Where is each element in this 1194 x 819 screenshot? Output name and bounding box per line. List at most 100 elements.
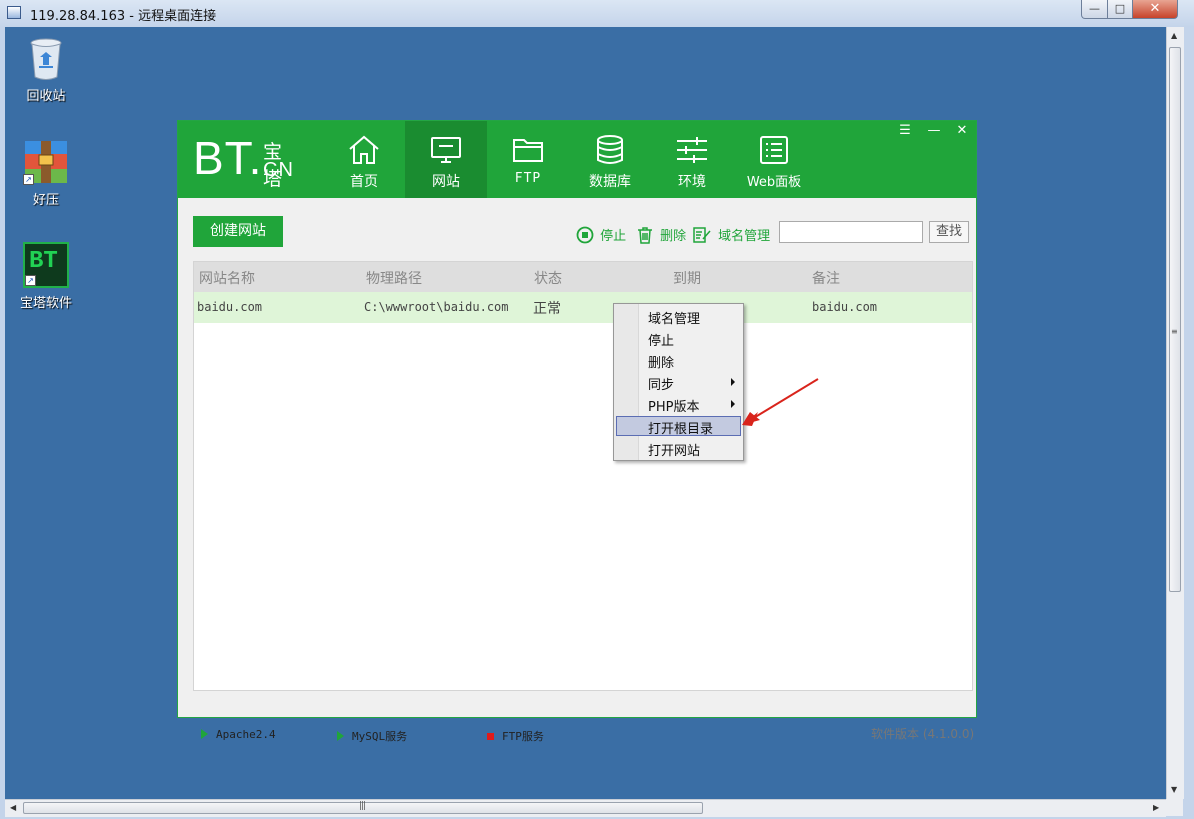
vertical-scroll-thumb[interactable] xyxy=(1169,47,1181,592)
database-icon xyxy=(597,135,623,164)
bt-panel-window: BT. 宝塔 CN 首页 网站 FTP 数据库 环境 Web面板 ☰ — ✕ 创… xyxy=(177,120,977,743)
running-indicator-icon xyxy=(201,729,208,739)
col-note[interactable]: 备注 xyxy=(812,268,840,288)
software-version: 软件版本 (4.1.0.0) xyxy=(871,727,975,741)
service-label: MySQL服务 xyxy=(352,730,408,743)
nav-label: 首页 xyxy=(350,174,378,190)
logo-cn-text: CN xyxy=(263,159,294,181)
bt-minimize-button[interactable]: — xyxy=(920,121,948,141)
menu-item-open-root-dir[interactable]: 打开根目录 xyxy=(616,416,741,437)
table-row[interactable]: baidu.com C:\wwwroot\baidu.com 正常 baidu.… xyxy=(194,292,972,323)
col-status[interactable]: 状态 xyxy=(534,268,562,288)
submenu-arrow-icon xyxy=(731,400,735,408)
shortcut-arrow-icon: ↗ xyxy=(25,275,36,286)
logo-bt-text: BT. xyxy=(193,132,263,184)
remote-desktop: 回收站 ↗ 好压 BT ↗ 宝塔软件 BT. 宝塔 CN 首页 网站 FTP 数… xyxy=(5,27,1166,799)
edit-document-icon xyxy=(693,227,711,243)
menu-item-stop[interactable]: 停止 xyxy=(616,328,741,349)
service-apache[interactable]: Apache2.4 xyxy=(201,728,276,741)
menu-item-delete[interactable]: 删除 xyxy=(616,350,741,371)
search-button[interactable]: 查找 xyxy=(929,221,969,243)
window-title: 119.28.84.163 - 远程桌面连接 xyxy=(30,9,217,24)
list-panel-icon xyxy=(760,136,788,164)
delete-button[interactable]: 删除 xyxy=(636,225,686,244)
stop-circle-icon xyxy=(576,226,594,244)
delete-label: 删除 xyxy=(660,229,687,244)
nav-home[interactable]: 首页 xyxy=(323,121,405,198)
service-label: FTP服务 xyxy=(502,730,544,743)
scroll-right-icon[interactable]: ▶ xyxy=(1153,803,1159,812)
nav-label: 网站 xyxy=(432,174,460,190)
scrollbar-corner xyxy=(1166,799,1183,816)
close-button[interactable]: ✕ xyxy=(1132,0,1178,19)
nav-ftp[interactable]: FTP xyxy=(487,121,569,198)
scroll-left-icon[interactable]: ◀ xyxy=(10,803,16,812)
cell-site-name: baidu.com xyxy=(197,300,263,314)
menu-item-open-site[interactable]: 打开网站 xyxy=(616,438,741,459)
bt-close-button[interactable]: ✕ xyxy=(948,121,976,141)
stop-button[interactable]: 停止 xyxy=(576,225,626,244)
nav-web-panel[interactable]: Web面板 xyxy=(733,121,815,198)
nav-website[interactable]: 网站 xyxy=(405,121,487,198)
desktop-icon-label: 好压 xyxy=(32,193,59,208)
col-expire[interactable]: 到期 xyxy=(673,268,701,288)
submenu-arrow-icon xyxy=(731,378,735,386)
desktop-icon-recycle-bin[interactable]: 回收站 xyxy=(5,37,88,104)
scroll-down-icon[interactable]: ▼ xyxy=(1171,785,1177,794)
maximize-button[interactable]: □ xyxy=(1107,0,1133,19)
red-arrow-icon xyxy=(742,378,819,426)
bt-logo: BT. 宝塔 CN xyxy=(193,132,293,190)
nav-database[interactable]: 数据库 xyxy=(569,121,651,198)
shortcut-arrow-icon: ↗ xyxy=(23,174,34,185)
col-site-name[interactable]: 网站名称 xyxy=(199,268,255,288)
domain-manage-button[interactable]: 域名管理 xyxy=(692,225,770,244)
desktop-icon-label: 回收站 xyxy=(26,89,66,104)
scroll-up-icon[interactable]: ▲ xyxy=(1171,31,1177,40)
nav-label: 环境 xyxy=(678,174,706,190)
site-table: 网站名称 物理路径 状态 到期 备注 baidu.com C:\wwwroot\… xyxy=(193,261,973,691)
menu-item-php-version[interactable]: PHP版本 xyxy=(616,394,741,415)
horizontal-scrollbar[interactable]: ◀ ||| ▶ xyxy=(5,799,1166,817)
monitor-icon xyxy=(431,137,461,163)
service-ftp[interactable]: FTP服务 xyxy=(487,728,544,744)
running-indicator-icon xyxy=(337,731,344,741)
scroll-grip-icon: ||| xyxy=(359,801,366,811)
menu-item-domain-manage[interactable]: 域名管理 xyxy=(616,306,741,327)
bt-menu-button[interactable]: ☰ xyxy=(891,121,919,141)
nav-label: 数据库 xyxy=(589,174,631,190)
stop-label: 停止 xyxy=(600,229,627,244)
domain-manage-label: 域名管理 xyxy=(718,229,771,244)
menu-item-sync[interactable]: 同步 xyxy=(616,372,741,393)
col-path[interactable]: 物理路径 xyxy=(366,268,422,288)
service-label: Apache2.4 xyxy=(216,728,276,741)
bt-panel-icon: BT ↗ xyxy=(23,242,69,288)
window-frame-right xyxy=(1183,27,1194,819)
trash-icon xyxy=(638,227,652,244)
remote-desktop-icon xyxy=(7,6,21,19)
cell-status: 正常 xyxy=(533,301,561,317)
nav-label: Web面板 xyxy=(746,175,802,190)
service-mysql[interactable]: MySQL服务 xyxy=(337,728,407,744)
recycle-bin-icon xyxy=(29,37,63,81)
context-menu: 域名管理 停止 删除 同步 PHP版本 打开根目录 打开网站 xyxy=(613,303,744,461)
desktop-icon-haozip[interactable]: ↗ 好压 xyxy=(5,139,88,208)
minimize-button[interactable]: — xyxy=(1081,0,1108,19)
cell-path: C:\wwwroot\baidu.com xyxy=(364,300,509,314)
create-site-button[interactable]: 创建网站 xyxy=(193,216,283,247)
stopped-indicator-icon xyxy=(487,733,494,740)
cell-note: baidu.com xyxy=(812,300,878,314)
bt-header: BT. 宝塔 CN 首页 网站 FTP 数据库 环境 Web面板 ☰ — ✕ xyxy=(178,121,976,198)
home-icon xyxy=(349,135,379,164)
folder-icon xyxy=(513,139,543,162)
bt-icon-glyph: BT xyxy=(29,248,58,275)
nav-environment[interactable]: 环境 xyxy=(651,121,733,198)
nav-label: FTP xyxy=(514,171,542,186)
table-header: 网站名称 物理路径 状态 到期 备注 xyxy=(194,262,972,292)
desktop-icon-bt-software[interactable]: BT ↗ 宝塔软件 xyxy=(5,242,88,311)
sliders-icon xyxy=(677,137,707,163)
scroll-grip-icon: ≡ xyxy=(1171,327,1178,336)
desktop-icon-label: 宝塔软件 xyxy=(19,296,72,311)
haozip-icon: ↗ xyxy=(23,139,69,185)
search-input[interactable] xyxy=(779,221,923,243)
vertical-scrollbar[interactable]: ▲ ≡ ▼ xyxy=(1166,27,1184,799)
